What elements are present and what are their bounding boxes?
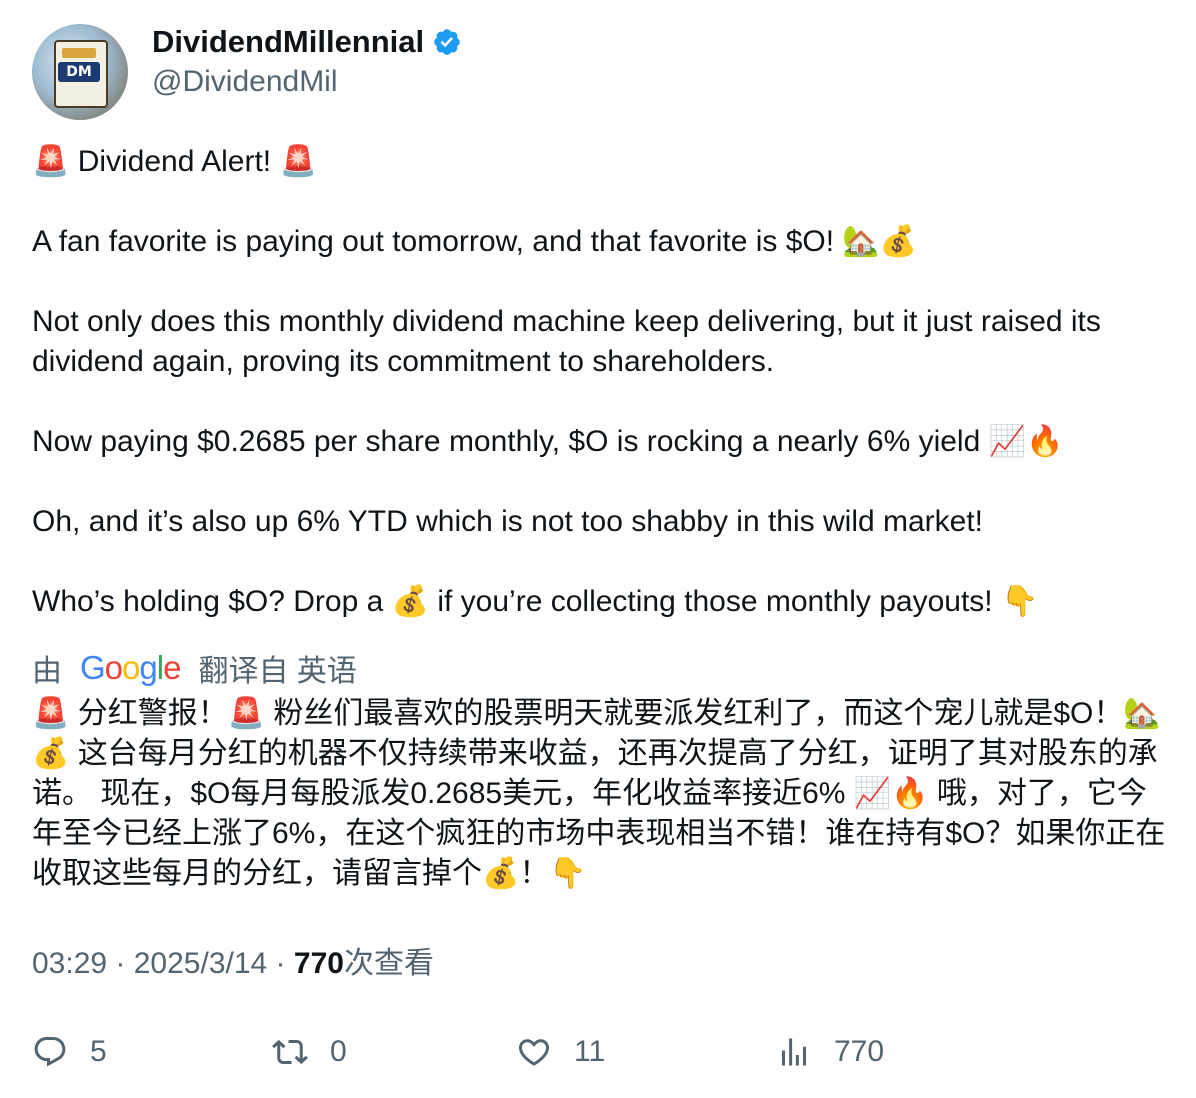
tweet-header: DM DividendMillennial @DividendMil <box>32 24 462 120</box>
like-count: 11 <box>574 1035 606 1068</box>
views-button[interactable]: 770 <box>776 1030 884 1074</box>
tweet-paragraph: Who’s holding $O? Drop a 💰 if you’re col… <box>32 585 1039 618</box>
tweet-time[interactable]: 03:29 <box>32 947 107 980</box>
author-handle[interactable]: @DividendMil <box>152 62 462 102</box>
translation-attribution[interactable]: 由 Google 翻译自 英语 <box>32 646 357 690</box>
meta-separator: · <box>107 947 134 980</box>
tweet-paragraph: Oh, and it’s also up 6% YTD which is not… <box>32 505 984 538</box>
tweet-meta: 03:29 · 2025/3/14 · 770次查看 <box>32 942 434 986</box>
author-names: DividendMillennial @DividendMil <box>152 24 462 102</box>
verified-badge-icon[interactable] <box>432 27 462 57</box>
tweet-paragraph: 🚨 Dividend Alert! 🚨 <box>32 145 317 178</box>
display-name-row: DividendMillennial <box>152 24 462 60</box>
tweet-paragraph: Now paying $0.2685 per share monthly, $O… <box>32 425 1064 458</box>
meta-separator: · <box>267 947 294 980</box>
reply-button[interactable]: 5 <box>32 1030 107 1074</box>
translated-text: 🚨 分红警报！🚨 粉丝们最喜欢的股票明天就要派发红利了，而这个宠儿就是$O！🏡💰… <box>32 697 1166 890</box>
tweet-body: 🚨 Dividend Alert! 🚨 A fan favorite is pa… <box>32 142 1172 622</box>
repost-icon <box>272 1039 308 1065</box>
avatar-accent <box>62 48 96 58</box>
reply-icon <box>34 1037 66 1067</box>
analytics-icon <box>782 1038 806 1066</box>
views-action-count: 770 <box>834 1035 885 1068</box>
tweet-date[interactable]: 2025/3/14 <box>134 947 267 980</box>
tweet-paragraph: Not only does this monthly dividend mach… <box>32 305 1101 378</box>
repost-count: 0 <box>330 1035 347 1068</box>
translation-source-label: 翻译自 英语 <box>198 655 357 688</box>
tweet-paragraph: A fan favorite is paying out tomorrow, a… <box>32 225 918 258</box>
avatar-logo-text: DM <box>58 62 100 82</box>
reply-count: 5 <box>90 1035 107 1068</box>
display-name[interactable]: DividendMillennial <box>152 24 424 60</box>
avatar[interactable]: DM <box>32 24 128 120</box>
like-button[interactable]: 11 <box>516 1030 605 1074</box>
google-logo-icon: Google <box>80 649 181 686</box>
views-count: 770 <box>293 947 344 980</box>
tweet: DM DividendMillennial @DividendMil 🚨 Div… <box>0 0 1196 1098</box>
translation-prefix: 由 <box>32 655 62 688</box>
views-label: 次查看 <box>343 947 434 980</box>
repost-button[interactable]: 0 <box>272 1030 347 1074</box>
action-bar: 5 0 11 770 <box>32 1030 1172 1074</box>
heart-icon <box>518 1039 550 1066</box>
